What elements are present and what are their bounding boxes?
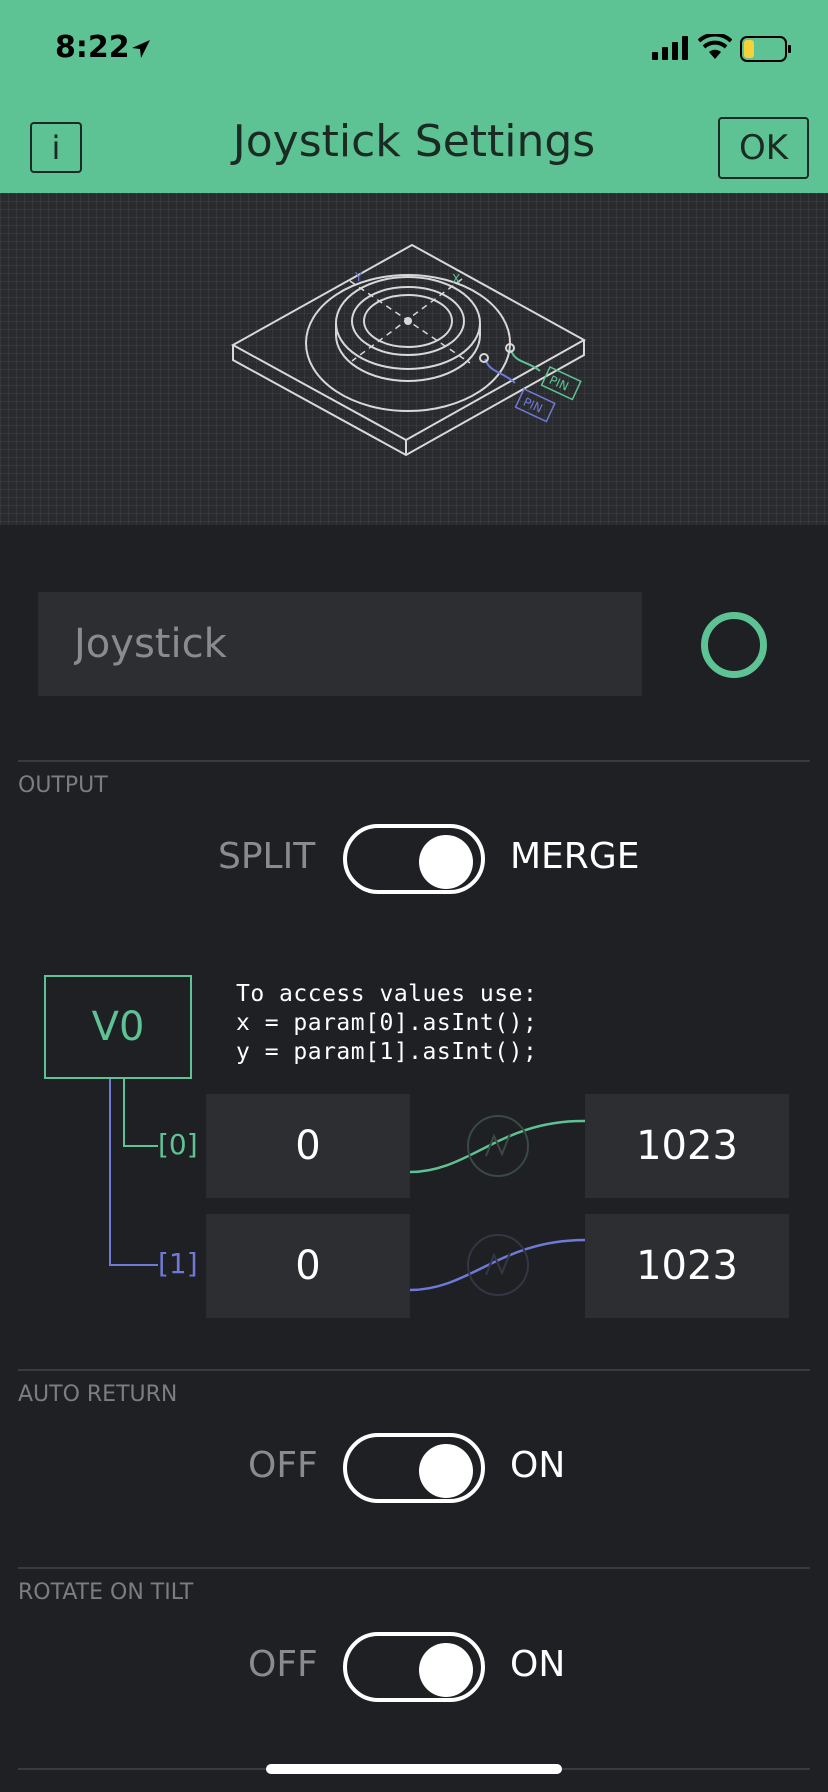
ok-button[interactable]: OK — [718, 117, 809, 179]
widget-color-picker[interactable] — [701, 612, 767, 678]
code-hint-line-1: To access values use: — [236, 981, 538, 1007]
auto-return-toggle-row: OFF ON — [0, 1433, 828, 1503]
wifi-icon — [698, 34, 732, 59]
split-merge-toggle[interactable] — [343, 824, 485, 894]
auto-return-section-label: AUTO RETURN — [18, 1382, 178, 1407]
code-hint-line-2: x = param[0].asInt(); — [236, 1010, 538, 1036]
index-label-0: [0] — [158, 1128, 198, 1161]
pin-label-green: PIN — [547, 373, 571, 394]
section-divider — [18, 1567, 810, 1569]
y-max-value[interactable]: 1023 — [585, 1214, 789, 1318]
joystick-illustration: Y X PIN PIN — [0, 193, 828, 525]
page-title: Joystick Settings — [232, 116, 596, 167]
location-arrow-icon — [132, 40, 150, 58]
axis-y-label: Y — [354, 270, 363, 284]
split-label: SPLIT — [218, 836, 316, 877]
auto-return-on-label: ON — [510, 1445, 566, 1486]
section-divider — [18, 760, 810, 762]
toggle-knob — [419, 1444, 473, 1498]
status-bar: 8:22 — [0, 0, 828, 100]
toggle-knob — [419, 835, 473, 889]
curve-icon — [467, 1234, 529, 1296]
rotate-on-label: ON — [510, 1644, 566, 1685]
joystick-device-icon: Y X PIN PIN — [230, 243, 587, 457]
header-bar: 8:22 i Joystick Settings OK — [0, 0, 828, 193]
pin-label-blue: PIN — [521, 395, 545, 416]
output-section-label: OUTPUT — [18, 773, 108, 798]
auto-return-toggle[interactable] — [343, 1433, 485, 1503]
status-time: 8:22 — [55, 30, 130, 65]
code-hint: To access values use: x = param[0].asInt(… — [236, 980, 537, 1067]
y-min-value[interactable]: 0 — [206, 1214, 410, 1318]
home-indicator[interactable] — [266, 1764, 562, 1774]
merge-label: MERGE — [510, 836, 640, 877]
axis-x-label: X — [452, 272, 460, 286]
battery-icon — [740, 36, 791, 62]
rotate-on-tilt-toggle-row: OFF ON — [0, 1632, 828, 1702]
ok-button-label: OK — [738, 128, 789, 168]
toggle-knob — [419, 1643, 473, 1697]
cellular-signal-icon — [652, 36, 688, 60]
virtual-pin-selector[interactable]: V0 — [44, 975, 192, 1079]
auto-return-off-label: OFF — [248, 1445, 318, 1486]
widget-name-field[interactable] — [38, 592, 642, 696]
section-divider — [18, 1369, 810, 1371]
widget-name-input[interactable] — [74, 621, 642, 667]
rotate-on-tilt-section-label: ROTATE ON TILT — [18, 1580, 194, 1605]
x-max-value[interactable]: 1023 — [585, 1094, 789, 1198]
virtual-pin-label: V0 — [91, 1004, 145, 1050]
curve-icon — [467, 1115, 529, 1177]
rotate-off-label: OFF — [248, 1644, 318, 1685]
rotate-on-tilt-toggle[interactable] — [343, 1632, 485, 1702]
code-hint-line-3: y = param[1].asInt(); — [236, 1039, 538, 1065]
output-toggle-row: SPLIT MERGE — [0, 824, 828, 894]
x-min-value[interactable]: 0 — [206, 1094, 410, 1198]
index-label-1: [1] — [158, 1247, 198, 1280]
